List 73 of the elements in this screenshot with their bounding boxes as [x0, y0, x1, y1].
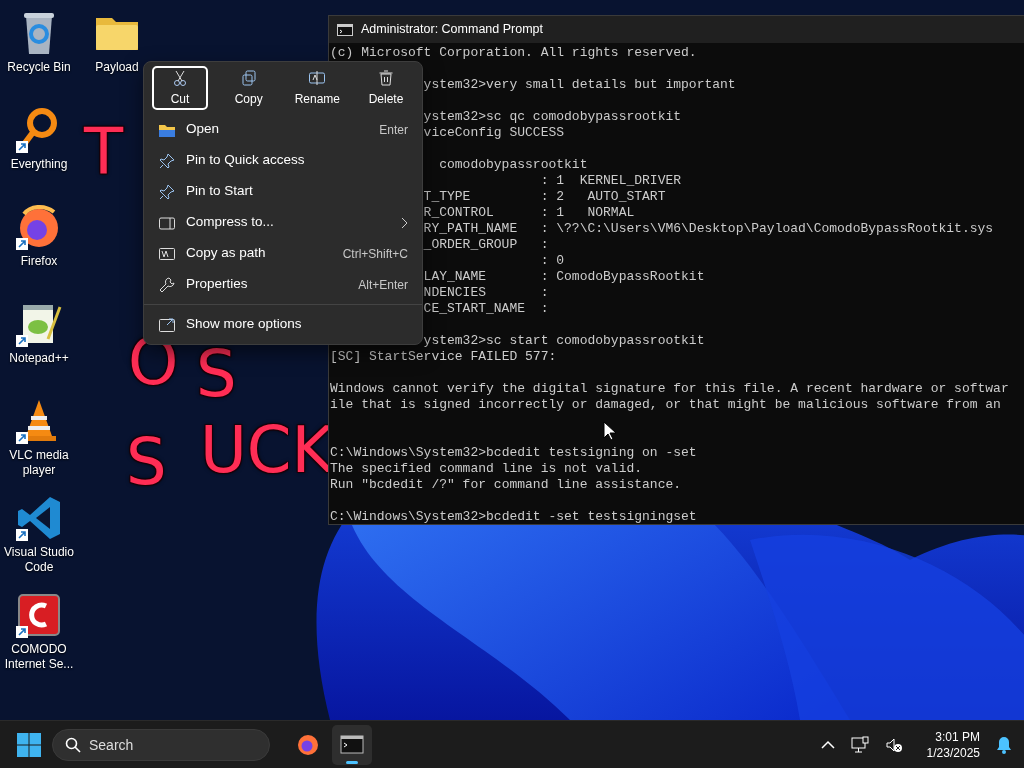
icon-label[interactable]: Everything: [1, 157, 77, 172]
console-line: C:\Windows\System32>bcdedit testsigning on -set: [330, 445, 697, 460]
menu-item[interactable]: Show more options: [148, 309, 418, 340]
action-button[interactable]: Rename: [289, 66, 346, 110]
handwritten-text: S: [196, 342, 237, 406]
chevron-up-icon[interactable]: [820, 739, 835, 750]
field-value: : \??\C:\Users\VM6\Desktop\Payload\ComodoBypassRootkit.sys: [540, 221, 994, 236]
field-name: _ORDER_GROUP: [423, 237, 518, 252]
field-value: :: [540, 285, 549, 300]
icon-label[interactable]: COMODO Internet Se...: [1, 642, 77, 672]
console-line: C:\Windows\System32>bcdedit -set testsigningset: [330, 509, 697, 524]
window-icon: [158, 315, 176, 334]
icon-label[interactable]: Recycle Bin: [1, 60, 77, 75]
menu-item[interactable]: Compress to...: [148, 207, 418, 238]
field-name: RY_PATH_NAME: [423, 221, 518, 236]
field-name: LAY_NAME: [423, 269, 487, 284]
browser-icon: [296, 732, 320, 757]
menu-item[interactable]: Pin to Start: [148, 176, 418, 207]
field-value: : 1 KERNEL_DRIVER: [540, 173, 682, 188]
icon-label[interactable]: Notepad++: [1, 351, 77, 366]
console-line: Windows cannot verify the digital signature for this file. A recent hardware or softwar: [330, 381, 1009, 396]
console-icon: [337, 23, 353, 36]
shortcut-text: Enter: [379, 121, 408, 139]
field-value: : ComodoBypassRootkit: [540, 269, 705, 284]
window-title: Administrator: Command Prompt: [361, 21, 543, 39]
console-line: comodobypassrootkit: [438, 157, 588, 172]
field-value: :: [540, 237, 549, 252]
field-name: T_TYPE: [423, 189, 471, 204]
field-name: NDENCIES: [423, 285, 487, 300]
menu-item[interactable]: Open Enter: [148, 114, 418, 145]
bell-icon[interactable]: [996, 735, 1012, 754]
console-app-button[interactable]: [332, 724, 372, 765]
field-name: CE_START_NAME: [423, 301, 526, 316]
handwritten-text: T: [84, 120, 124, 184]
rename-icon: [308, 68, 327, 87]
network-icon[interactable]: [850, 735, 869, 754]
console-line: ystem32>sc qc comodobypassrootkit: [423, 109, 682, 124]
shortcut-text: Ctrl+Shift+C: [342, 245, 408, 263]
wrench-icon: [158, 275, 176, 294]
console-line: viceConfig SUCCESS: [423, 125, 565, 140]
clock-time[interactable]: 3:01 PM: [926, 728, 980, 745]
action-button[interactable]: Delete: [357, 66, 414, 110]
console-line: The specified command line is not valid.: [330, 461, 643, 476]
console-line: Run "bcdedit /?" for command line assistance.: [330, 477, 682, 492]
pin-icon: [158, 151, 176, 170]
action-button[interactable]: Copy: [220, 66, 277, 110]
console-line: (c) Microsoft Corporation. All rights reserved.: [330, 45, 697, 60]
icon-label[interactable]: Visual Studio Code: [1, 545, 77, 575]
menu-item[interactable]: Properties Alt+Enter: [148, 269, 418, 300]
field-value: : 2 AUTO_START: [540, 189, 666, 204]
start-icon[interactable]: [16, 731, 42, 758]
menu-item[interactable]: Pin to Quick access: [148, 145, 418, 176]
action-button[interactable]: Cut: [152, 66, 208, 110]
menu-item[interactable]: Copy as path Ctrl+Shift+C: [148, 238, 418, 269]
console-line: ile that is signed incorrectly or damaged, or that might be malicious software from an: [330, 397, 1001, 412]
handwritten-text: S: [126, 430, 167, 494]
console-line: [SC] StartService FAILED 577:: [330, 349, 557, 364]
mouse-cursor-icon: [603, 421, 617, 441]
console-icon: [340, 732, 364, 757]
console-line: ystem32>very small details but important: [423, 77, 736, 92]
field-value: : 0: [540, 253, 565, 268]
field-name: R_CONTROL: [423, 205, 494, 220]
search-field[interactable]: Search: [52, 728, 270, 761]
scissors-icon: [171, 68, 189, 87]
clock-date[interactable]: 1/23/2025: [926, 744, 980, 761]
pin-icon: [158, 182, 176, 201]
copy-icon: [239, 68, 258, 87]
icon-label[interactable]: VLC media player: [1, 448, 77, 478]
field-value: :: [540, 301, 549, 316]
field-value: : 1 NORMAL: [540, 205, 635, 220]
console-line: ystem32>sc start comodobypassrootkit: [423, 333, 705, 348]
shortcut-text: Alt+Enter: [358, 276, 408, 294]
icon-label[interactable]: Firefox: [1, 254, 77, 269]
